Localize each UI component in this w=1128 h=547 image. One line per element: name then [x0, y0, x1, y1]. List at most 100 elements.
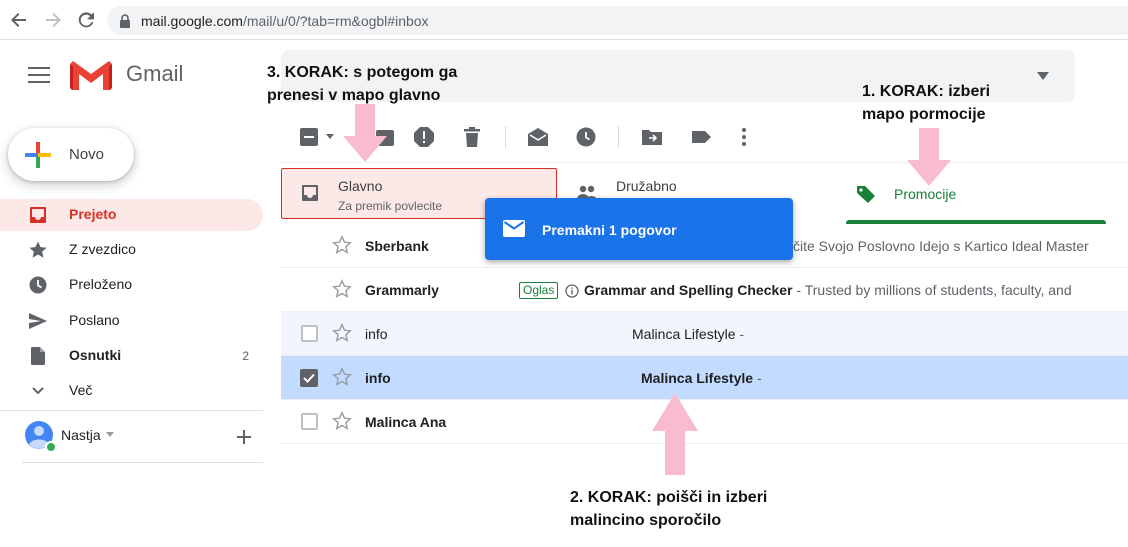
table-row[interactable]: Grammarly Oglas Grammar and Spelling Che…: [281, 268, 1128, 312]
star-icon: [29, 241, 47, 258]
row-snippet: -: [735, 326, 745, 342]
star-outline-icon[interactable]: [332, 411, 352, 431]
browser-toolbar: mail.google.com/mail/u/0/?tab=rm&ogbl#in…: [0, 0, 1128, 40]
step3-annotation: 3. KORAK: s potegom ga prenesi v mapo gl…: [267, 61, 457, 107]
sidebar-item-label: Osnutki: [69, 347, 122, 363]
add-icon[interactable]: [236, 429, 252, 445]
people-icon: [577, 185, 597, 199]
sidebar-item-more[interactable]: Več: [0, 375, 263, 407]
annotation-line: 1. KORAK: izberi: [862, 83, 991, 100]
sidebar-item-label: Prejeto: [69, 206, 117, 222]
row-subject: Malinca Lifestyle: [641, 370, 754, 386]
row-sender: info: [365, 370, 391, 386]
row-snippet: - Trusted by millions of students, facul…: [792, 282, 1072, 298]
mark-as-read-icon[interactable]: [527, 126, 549, 148]
annotation-line: 2. KORAK: poišči in izberi: [570, 489, 768, 506]
clock-icon: [29, 276, 47, 294]
select-checkbox-icon[interactable]: [299, 126, 321, 148]
info-icon[interactable]: [565, 284, 579, 298]
sidebar-item-snoozed[interactable]: Preloženo: [0, 269, 263, 301]
drag-move-tooltip: Premakni 1 pogovor: [485, 198, 793, 260]
inbox-tab-icon: [302, 185, 318, 201]
row-subject: Malinca Lifestyle: [632, 326, 736, 342]
table-row[interactable]: info Malinca Lifestyle -: [281, 312, 1128, 356]
toolbar-separator: [618, 126, 619, 148]
envelope-icon: [503, 220, 525, 237]
tab-subtitle: Za premik povlecite: [338, 199, 443, 213]
select-caret-icon[interactable]: [326, 134, 334, 139]
row-subject-line: Grammar and Spelling Checker - Trusted b…: [584, 282, 1072, 298]
reload-icon[interactable]: [77, 11, 95, 29]
row-sender: Malinca Ana: [365, 414, 447, 430]
report-spam-icon[interactable]: [413, 126, 435, 148]
sidebar-item-label: Z zvezdico: [69, 241, 136, 257]
lock-icon: [120, 14, 130, 28]
tab-title: Promocije: [894, 186, 957, 202]
drag-tooltip-label: Premakni 1 pogovor: [542, 222, 677, 238]
compose-plus-icon: [25, 142, 51, 168]
send-icon: [29, 313, 47, 329]
row-subject-line: Malinca Lifestyle -: [632, 326, 744, 342]
sidebar-item-label: Poslano: [69, 312, 120, 328]
search-options-caret-icon[interactable]: [1037, 72, 1049, 80]
delete-icon[interactable]: [461, 126, 483, 148]
tag-icon: [857, 186, 875, 203]
inbox-icon: [30, 207, 46, 223]
draft-icon: [31, 347, 45, 365]
tab-promotions[interactable]: Promocije: [846, 168, 1106, 220]
arrow-down-icon: [907, 128, 951, 186]
row-snippet: -: [753, 370, 762, 386]
toolbar-separator: [505, 126, 506, 148]
tab-title: Glavno: [338, 178, 383, 194]
annotation-line: mapo pormocije: [862, 106, 986, 123]
address-bar[interactable]: mail.google.com/mail/u/0/?tab=rm&ogbl#in…: [107, 6, 1128, 35]
more-options-icon[interactable]: [733, 126, 755, 148]
main-menu-icon[interactable]: [28, 67, 50, 83]
tab-title: Družabno: [616, 178, 677, 194]
sidebar-item-drafts[interactable]: Osnutki 2: [0, 340, 263, 372]
compose-button[interactable]: Novo: [8, 128, 134, 181]
star-outline-icon[interactable]: [332, 367, 352, 387]
table-row-selected[interactable]: info Malinca Lifestyle -: [281, 356, 1128, 400]
gmail-logo-icon[interactable]: [70, 60, 112, 90]
sidebar-item-label: Preloženo: [69, 276, 133, 292]
arrow-down-icon: [343, 104, 387, 162]
annotation-line: malincino sporočilo: [570, 512, 722, 529]
snooze-icon[interactable]: [575, 126, 597, 148]
table-row[interactable]: Malinca Ana: [281, 400, 1128, 444]
sidebar-divider: [0, 410, 263, 411]
account-caret-icon[interactable]: [106, 432, 114, 437]
drafts-count: 2: [242, 349, 249, 363]
row-checkbox[interactable]: [301, 413, 318, 430]
row-checkbox[interactable]: [301, 325, 318, 342]
step2-annotation: 2. KORAK: poišči in izberi malincino spo…: [570, 486, 767, 532]
star-outline-icon[interactable]: [332, 279, 352, 299]
annotation-line: 3. KORAK: s potegom ga: [267, 64, 458, 81]
sidebar-item-sent[interactable]: Poslano: [0, 305, 263, 337]
row-sender: Grammarly: [365, 282, 439, 298]
row-sender: Sberbank: [365, 238, 429, 254]
chevron-down-icon: [32, 387, 44, 395]
sidebar-item-label: Več: [69, 382, 93, 398]
avatar[interactable]: [24, 420, 56, 452]
step1-annotation: 1. KORAK: izberi mapo pormocije: [862, 80, 990, 126]
move-to-icon[interactable]: [641, 126, 663, 148]
row-subject: Grammar and Spelling Checker: [584, 282, 793, 298]
star-outline-icon[interactable]: [332, 323, 352, 343]
row-snippet: čite Svojo Poslovno Idejo s Kartico Idea…: [793, 238, 1089, 254]
account-name[interactable]: Nastja: [61, 427, 101, 443]
back-arrow-icon[interactable]: [10, 11, 28, 29]
row-sender: info: [365, 326, 388, 342]
label-icon[interactable]: [690, 126, 712, 148]
star-outline-icon[interactable]: [332, 235, 352, 255]
sidebar-item-inbox[interactable]: Prejeto: [0, 199, 263, 231]
row-subject-line: Malinca Lifestyle -: [641, 370, 762, 386]
ad-badge: Oglas: [519, 282, 559, 299]
forward-arrow-icon[interactable]: [44, 11, 62, 29]
checked-checkbox-icon[interactable]: [300, 369, 318, 387]
gmail-wordmark: Gmail: [126, 61, 184, 86]
arrow-up-icon: [652, 393, 698, 475]
sidebar-item-starred[interactable]: Z zvezdico: [0, 234, 263, 266]
sidebar-divider: [22, 462, 263, 463]
toolbar-divider: [281, 162, 1128, 163]
